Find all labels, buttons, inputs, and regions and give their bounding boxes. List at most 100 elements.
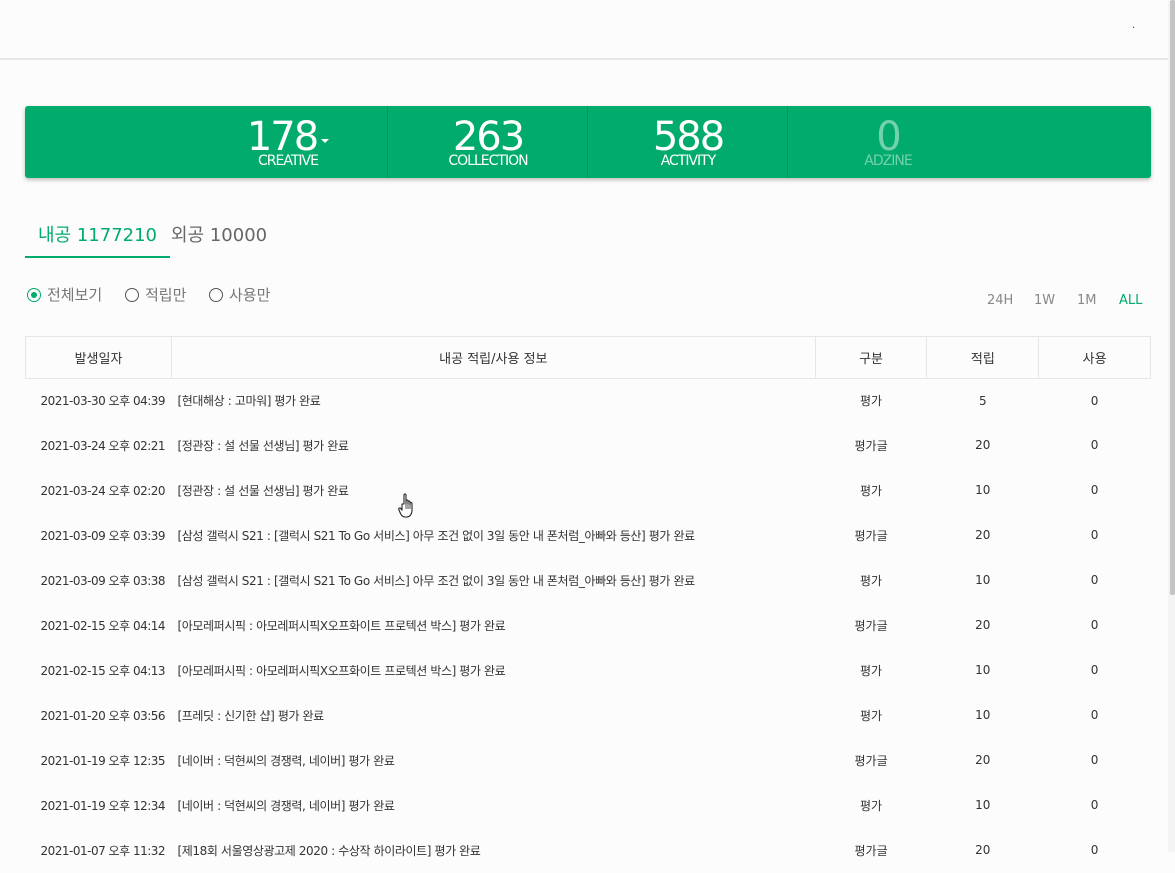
stat-adzine[interactable]: 0 ADZINE — [788, 106, 988, 178]
table-row: 2021-01-20 오후 03:56 [프레딧 : 신기한 샵] 평가 완료 평가… — [26, 693, 1151, 738]
row-type: 평가 — [860, 708, 883, 723]
header-use: 사용 — [1038, 336, 1151, 379]
tab-internal-points[interactable]: 내공 1177210 — [25, 222, 171, 258]
row-earn: 20 — [975, 753, 991, 767]
table-row: 2021-03-09 오후 03:38 [삼성 갤럭시 S21 : [갤럭시 S2… — [26, 558, 1151, 603]
table-row: 2021-02-15 오후 04:14 [아모레퍼시픽 : 아모레퍼시픽X오프화이… — [26, 603, 1151, 648]
row-date: 2021-03-09 오후 03:39 — [40, 528, 166, 543]
row-type: 평가 — [860, 483, 883, 498]
row-date: 2021-03-09 오후 03:38 — [40, 573, 166, 588]
stat-creative[interactable]: 178 CREATIVE — [188, 106, 388, 178]
row-info: [제18회 서울영상광고제 2020 : 수상작 하이라이트] 평가 완료 — [177, 843, 481, 858]
filter-earned-radio[interactable]: 적립만 — [125, 284, 186, 306]
row-use: 0 — [1090, 663, 1099, 677]
filter-all-radio[interactable]: 전체보기 — [27, 284, 102, 306]
row-earn: 10 — [975, 663, 991, 677]
row-info: [아모레퍼시픽 : 아모레퍼시픽X오프화이트 프로텍션 박스] 평가 완료 — [177, 618, 506, 633]
table-body: 2021-03-30 오후 04:39 [현대해상 : 고마워] 평가 완료 평가 5… — [26, 379, 1151, 873]
row-type: 평가 — [860, 798, 883, 813]
table-row: 2021-01-19 오후 12:34 [네이버 : 덕현씨의 경쟁력, 네이버]… — [26, 783, 1151, 828]
row-date: 2021-01-07 오후 11:32 — [40, 843, 166, 858]
row-date: 2021-01-19 오후 12:35 — [40, 753, 166, 768]
row-earn: 10 — [975, 573, 991, 587]
row-type: 평가 — [860, 573, 883, 588]
caret-down-icon[interactable] — [321, 139, 330, 143]
row-earn: 10 — [975, 798, 991, 812]
tab-external-points[interactable]: 외공 10000 — [171, 222, 267, 258]
header-earn: 적립 — [926, 336, 1040, 379]
row-earn: 20 — [975, 843, 991, 857]
row-info: [정관장 : 설 선물 선생님] 평가 완료 — [177, 483, 349, 498]
stat-activity[interactable]: 588 ACTIVITY — [588, 106, 788, 178]
header-date: 발생일자 — [25, 336, 172, 379]
points-history-table: 발생일자 내공 적립/사용 정보 구분 적립 사용 2021-03-30 오후 … — [25, 336, 1151, 873]
row-use: 0 — [1090, 798, 1099, 812]
top-header: . — [0, 0, 1168, 60]
row-info: [아모레퍼시픽 : 아모레퍼시픽X오프화이트 프로텍션 박스] 평가 완료 — [177, 663, 506, 678]
stat-creative-label: CREATIVE — [258, 153, 319, 169]
row-date: 2021-03-24 오후 02:20 — [40, 483, 166, 498]
radio-unchecked-icon — [125, 288, 139, 302]
row-type: 평가글 — [854, 843, 888, 858]
row-use: 0 — [1090, 843, 1099, 857]
row-use: 0 — [1090, 393, 1099, 408]
table-row: 2021-02-15 오후 04:13 [아모레퍼시픽 : 아모레퍼시픽X오프화이… — [26, 648, 1151, 693]
stats-banner: 178 CREATIVE 263 COLLECTION 588 ACTIVITY… — [25, 106, 1151, 178]
table-row: 2021-03-09 오후 03:39 [삼성 갤럭시 S21 : [갤럭시 S2… — [26, 513, 1151, 558]
radio-checked-icon — [27, 288, 41, 302]
filter-used-label: 사용만 — [229, 286, 271, 304]
period-1w[interactable]: 1W — [1034, 293, 1055, 308]
row-use: 0 — [1090, 483, 1099, 497]
stat-activity-label: ACTIVITY — [660, 153, 717, 169]
row-type: 평가글 — [854, 618, 888, 633]
header-dot: . — [1132, 20, 1136, 31]
scrollbar-thumb[interactable] — [1170, 0, 1175, 595]
table-row: 2021-01-07 오후 11:32 [제18회 서울영상광고제 2020 : … — [26, 828, 1151, 873]
filter-used-radio[interactable]: 사용만 — [209, 284, 270, 306]
table-header-row: 발생일자 내공 적립/사용 정보 구분 적립 사용 — [25, 336, 1151, 379]
row-date: 2021-02-15 오후 04:14 — [40, 618, 166, 633]
row-use: 0 — [1090, 528, 1099, 542]
filter-earned-label: 적립만 — [145, 286, 187, 304]
row-use: 0 — [1090, 708, 1099, 722]
row-info: [네이버 : 덕현씨의 경쟁력, 네이버] 평가 완료 — [177, 798, 395, 813]
row-info: [삼성 갤럭시 S21 : [갤럭시 S21 To Go 서비스] 아무 조건 … — [177, 573, 695, 588]
row-earn: 5 — [979, 393, 987, 408]
row-use: 0 — [1090, 438, 1099, 452]
table-row: 2021-03-30 오후 04:39 [현대해상 : 고마워] 평가 완료 평가 5… — [26, 379, 1151, 423]
row-date: 2021-01-19 오후 12:34 — [40, 798, 166, 813]
stat-collection[interactable]: 263 COLLECTION — [388, 106, 588, 178]
table-row: 2021-03-24 오후 02:20 [정관장 : 설 선물 선생님] 평가 완… — [26, 468, 1151, 513]
row-use: 0 — [1090, 573, 1099, 587]
header-type: 구분 — [814, 336, 928, 379]
radio-unchecked-icon — [209, 288, 223, 302]
header-info: 내공 적립/사용 정보 — [170, 336, 816, 379]
row-type: 평가글 — [854, 753, 888, 768]
period-24h[interactable]: 24H — [987, 293, 1013, 308]
row-type: 평가글 — [854, 438, 888, 453]
row-earn: 10 — [975, 483, 991, 497]
row-info: [프레딧 : 신기한 샵] 평가 완료 — [177, 708, 324, 723]
row-date: 2021-01-20 오후 03:56 — [40, 708, 166, 723]
period-1m[interactable]: 1M — [1077, 293, 1097, 308]
row-type: 평가 — [860, 394, 883, 409]
table-row: 2021-01-19 오후 12:35 [네이버 : 덕현씨의 경쟁력, 네이버]… — [26, 738, 1151, 783]
stat-collection-label: COLLECTION — [448, 153, 528, 169]
row-type: 평가 — [860, 663, 883, 678]
hand-pointer-icon — [398, 493, 413, 518]
row-date: 2021-03-30 오후 04:39 — [40, 394, 166, 409]
row-info: [정관장 : 설 선물 선생님] 평가 완료 — [177, 438, 349, 453]
stat-adzine-label: ADZINE — [864, 153, 912, 169]
row-earn: 20 — [975, 618, 991, 632]
row-info: [네이버 : 덕현씨의 경쟁력, 네이버] 평가 완료 — [177, 753, 395, 768]
row-earn: 20 — [975, 438, 991, 452]
row-use: 0 — [1090, 753, 1099, 767]
row-info: [삼성 갤럭시 S21 : [갤럭시 S21 To Go 서비스] 아무 조건 … — [177, 528, 695, 543]
filter-all-label: 전체보기 — [47, 286, 103, 304]
row-use: 0 — [1090, 618, 1099, 632]
period-all[interactable]: ALL — [1119, 293, 1142, 308]
row-date: 2021-03-24 오후 02:21 — [40, 438, 166, 453]
row-earn: 10 — [975, 708, 991, 722]
row-type: 평가글 — [854, 528, 888, 543]
row-info: [현대해상 : 고마워] 평가 완료 — [177, 394, 321, 409]
